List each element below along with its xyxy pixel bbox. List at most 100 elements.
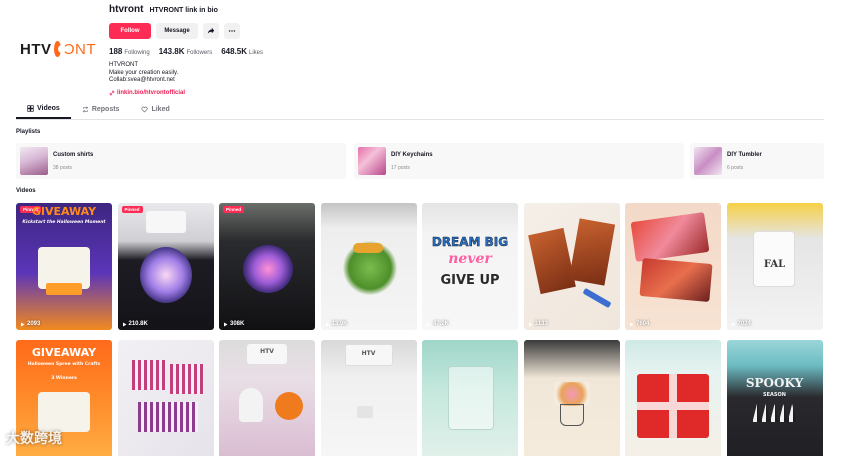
view-count: 308K <box>223 321 244 327</box>
heart-icon <box>141 106 149 113</box>
username: htvront <box>109 4 144 15</box>
name-row: htvront HTVRONT link in bio <box>109 4 509 18</box>
video-card[interactable]: 3133 <box>523 203 620 330</box>
profile-tabs: Videos Reposts Liked <box>16 100 824 120</box>
stat-followers[interactable]: 143.8K Followers <box>159 47 212 56</box>
play-icon <box>427 322 431 326</box>
video-card[interactable] <box>117 340 214 456</box>
playlist-thumbnail <box>358 147 386 175</box>
play-icon <box>731 322 735 326</box>
video-card[interactable] <box>422 340 518 456</box>
video-card[interactable]: HTV <box>320 340 417 456</box>
playlist-title: DIY Tumbler <box>727 151 762 158</box>
ghost-shape <box>239 388 263 422</box>
view-count: 47.2K <box>426 321 449 327</box>
pot-shape <box>559 404 584 426</box>
video-overlay-text: GIVEAWAY <box>31 205 97 218</box>
video-card[interactable]: 13.9K <box>320 203 417 330</box>
video-overlay-subtext: Kickstart the Halloween Moment <box>22 220 106 225</box>
pinned-badge: Pinned <box>121 206 143 213</box>
transfer-shape <box>356 406 373 418</box>
stat-following[interactable]: 188 Following <box>109 47 150 56</box>
video-card[interactable] <box>625 340 721 456</box>
share-icon <box>207 27 215 34</box>
video-card[interactable]: SPOOKY SEASON <box>726 340 823 456</box>
logo-r-mark <box>53 41 67 57</box>
sheet-shape <box>448 366 494 430</box>
playlist-card[interactable]: Custom shirts 38 posts <box>16 143 346 179</box>
bio-line: HTVRONT <box>109 62 138 68</box>
bio-line: Collab:svea@htvront.net <box>109 77 175 83</box>
flower-design-shape <box>553 382 590 406</box>
ribbon-shape <box>637 402 709 410</box>
view-count: 7024 <box>731 321 751 327</box>
video-card[interactable] <box>523 340 620 456</box>
profile-actions: Follow Message <box>109 23 509 41</box>
video-overlay-text: GIVEAWAY <box>31 346 97 359</box>
videos-heading: Videos <box>16 188 36 194</box>
tree-design-shape <box>131 360 166 390</box>
more-button[interactable] <box>224 23 240 39</box>
playlists-heading: Playlists <box>16 129 41 135</box>
press-shape <box>145 211 186 233</box>
grid-icon <box>27 105 34 112</box>
playlist-card[interactable]: DIY Tumbler 6 posts <box>690 143 824 179</box>
video-card[interactable]: 7604 <box>625 203 721 330</box>
play-icon <box>528 322 532 326</box>
bio-link[interactable]: linkin.bio/htvrontofficial <box>109 90 509 96</box>
video-card[interactable]: Pinned GIVEAWAY Kickstart the Halloween … <box>16 203 112 330</box>
video-overlay-text: FAL <box>763 259 786 270</box>
playlist-count: 6 posts <box>727 164 744 171</box>
video-overlay-text: GIVE UP <box>440 273 500 288</box>
video-card[interactable]: FAL 7024 <box>726 203 823 330</box>
view-count: 7604 <box>629 321 649 327</box>
nickname: HTVRONT link in bio <box>149 7 218 14</box>
tab-label: Videos <box>37 105 60 112</box>
tab-videos[interactable]: Videos <box>16 100 71 119</box>
link-icon <box>109 90 115 95</box>
playlist-count: 17 posts <box>391 164 410 171</box>
profile-stats: 188 Following 143.8K Followers 648.5K Likes <box>109 47 509 56</box>
view-count: 13.9K <box>325 321 348 327</box>
video-overlay-text: DREAM BIG <box>431 235 509 250</box>
video-grid: Pinned GIVEAWAY Kickstart the Halloween … <box>16 203 824 456</box>
video-card[interactable]: HTV <box>219 340 315 456</box>
playlist-title: DIY Keychains <box>391 151 433 158</box>
printer-shape <box>38 392 90 432</box>
scissors-shape <box>582 287 611 309</box>
tree-design-shape <box>752 404 797 422</box>
pumpkin-shape <box>46 283 82 295</box>
tab-liked[interactable]: Liked <box>130 100 180 119</box>
video-card[interactable]: Pinned 210.8K <box>117 203 214 330</box>
video-overlay-text: SPOOKY <box>745 376 804 390</box>
playlist-card[interactable]: DIY Keychains 17 posts <box>354 143 684 179</box>
play-icon <box>325 322 329 326</box>
playlist-count: 38 posts <box>53 164 72 171</box>
playlist-thumbnail <box>20 147 48 175</box>
ghost-design-shape <box>139 247 192 303</box>
view-count: 210.8K <box>122 321 148 327</box>
play-icon <box>21 322 25 326</box>
profile-bio: HTVRONT Make your creation easily. Colla… <box>109 62 509 85</box>
logo-text-suffix: ONT <box>62 40 96 58</box>
share-button[interactable] <box>203 23 219 39</box>
tree-design-shape <box>169 364 204 394</box>
video-card[interactable]: Pinned 308K <box>219 203 315 330</box>
play-icon <box>630 322 634 326</box>
pumpkin-shape <box>275 392 303 420</box>
message-button[interactable]: Message <box>156 23 198 39</box>
bio-link-text[interactable]: linkin.bio/htvrontofficial <box>117 90 185 96</box>
tab-label: Liked <box>151 106 170 113</box>
video-card[interactable]: DREAM BIG never GIVE UP 47.2K <box>422 203 518 330</box>
print-sheet-shape <box>568 218 615 286</box>
playlist-thumbnail <box>694 147 722 175</box>
stat-likes: 648.5K Likes <box>221 47 264 56</box>
video-overlay-subtext: Halloween Spree with Crafts <box>27 362 101 367</box>
video-overlay-subtext: SEASON <box>763 392 786 398</box>
follow-button[interactable]: Follow <box>109 23 151 39</box>
tab-reposts[interactable]: Reposts <box>71 100 131 119</box>
bow-shape <box>352 243 383 253</box>
playlist-title: Custom shirts <box>53 151 94 158</box>
logo-text: HTV <box>20 40 52 58</box>
view-count: 3133 <box>528 321 548 327</box>
